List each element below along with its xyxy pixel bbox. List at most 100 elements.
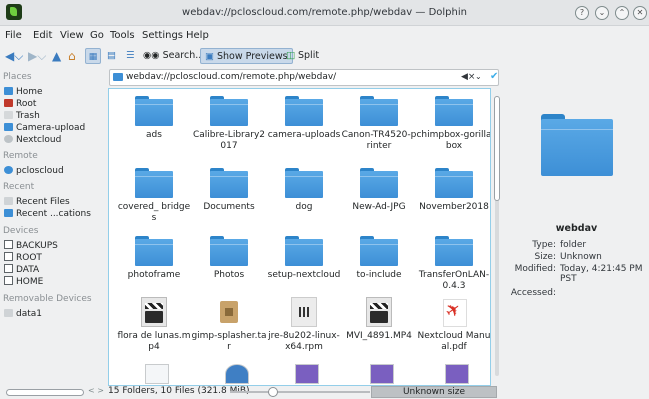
place-pcloscloud[interactable]: pcloscloud <box>4 165 64 177</box>
file-item[interactable]: gimp-splasher.tar <box>191 297 267 353</box>
show-previews-button[interactable]: ▣ Show Previews <box>200 48 293 64</box>
place-root[interactable]: Root <box>4 98 36 110</box>
location-path[interactable]: webdav://pcloscloud.com/remote.php/webda… <box>126 72 336 82</box>
menu-bar: File Edit View Go Tools Settings Help <box>0 27 649 44</box>
removable-header: Removable Devices <box>3 294 92 304</box>
camera-folder-icon <box>4 123 13 131</box>
recent-locations-icon <box>4 209 13 217</box>
image-file-icon[interactable] <box>445 364 469 384</box>
file-item[interactable]: jre-8u202-linux-x64.rpm <box>266 297 342 353</box>
menu-help[interactable]: Help <box>186 30 209 41</box>
folder-item[interactable]: Photos <box>191 236 267 281</box>
compact-view-icon[interactable]: ▤ <box>107 48 116 64</box>
horizontal-scrollbar[interactable] <box>6 389 84 396</box>
folder-item[interactable]: Calibre-Library2017 <box>191 96 267 152</box>
toolbar: ◀⌵ ▶⌵ ▲ ⌂ ▦ ▤ ☰ ◉◉ Search... ▣ Show Prev… <box>0 45 649 67</box>
help-button[interactable]: ? <box>575 6 589 20</box>
vertical-scrollbar[interactable] <box>493 88 501 386</box>
place-label: pcloscloud <box>16 166 64 176</box>
folder-item[interactable]: Documents <box>191 168 267 213</box>
place-label: Recent ...cations <box>16 209 91 219</box>
folder-icon <box>285 236 323 266</box>
file-name: Documents <box>203 202 255 212</box>
place-label: Trash <box>16 111 40 121</box>
root-folder-icon <box>4 99 13 107</box>
archive-file-icon <box>216 297 242 327</box>
back-icon[interactable]: ◀⌵ <box>5 48 23 64</box>
folder-icon <box>435 96 473 126</box>
zoom-slider[interactable] <box>230 391 370 393</box>
minimize-button[interactable]: ⌄ <box>595 6 609 20</box>
menu-go[interactable]: Go <box>90 30 104 41</box>
folder-icon <box>210 236 248 266</box>
globe-icon[interactable] <box>225 364 249 384</box>
menu-view[interactable]: View <box>60 30 84 41</box>
folder-item[interactable]: covered_ bridges <box>116 168 192 224</box>
folder-item[interactable]: chimpbox-gorillabox <box>416 96 490 152</box>
device-backups[interactable]: BACKUPS <box>4 240 58 252</box>
folder-item[interactable]: photoframe <box>116 236 192 281</box>
device-data[interactable]: DATA <box>4 264 39 276</box>
forward-icon[interactable]: ▶⌵ <box>28 48 46 64</box>
scroll-arrows[interactable]: < > <box>88 386 104 395</box>
menu-tools[interactable]: Tools <box>110 30 135 41</box>
menu-edit[interactable]: Edit <box>33 30 52 41</box>
folder-item[interactable]: Canon-TR4520-printer <box>341 96 417 152</box>
video-file-icon <box>366 297 392 327</box>
clear-icon[interactable]: ◀× <box>461 72 475 82</box>
menu-file[interactable]: File <box>5 30 22 41</box>
chevron-down-icon[interactable]: ⌄ <box>475 72 482 81</box>
place-camera-upload[interactable]: Camera-upload <box>4 122 85 134</box>
zoom-slider-handle[interactable] <box>268 387 278 397</box>
place-trash[interactable]: Trash <box>4 110 40 122</box>
details-view-icon[interactable]: ☰ <box>126 48 135 64</box>
scroll-thumb[interactable] <box>494 96 500 201</box>
folder-icon <box>135 168 173 198</box>
folder-icon <box>135 96 173 126</box>
folder-icon <box>360 96 398 126</box>
checkmark-icon[interactable]: ✔ <box>490 71 498 82</box>
split-icon: ◫ <box>286 50 298 61</box>
image-file-icon[interactable] <box>295 364 319 384</box>
removable-data1[interactable]: data1 <box>4 308 42 320</box>
file-name: ads <box>146 130 162 140</box>
remote-header: Remote <box>3 151 38 161</box>
folder-item[interactable]: camera-uploads <box>266 96 342 141</box>
location-bar[interactable]: webdav://pcloscloud.com/remote.php/webda… <box>109 69 499 86</box>
free-space-bar: Unknown size <box>371 386 497 398</box>
folder-item[interactable]: New-Ad-JPG <box>341 168 417 213</box>
folder-item[interactable]: ads <box>116 96 192 141</box>
folder-icon <box>360 168 398 198</box>
folder-item[interactable]: to-include <box>341 236 417 281</box>
accessed-label: Accessed: <box>510 288 556 298</box>
home-icon[interactable]: ⌂ <box>68 48 76 64</box>
text-file-icon[interactable] <box>145 364 169 384</box>
menu-settings[interactable]: Settings <box>142 30 183 41</box>
up-icon[interactable]: ▲ <box>52 48 61 64</box>
place-recent-locations[interactable]: Recent ...cations <box>4 208 91 220</box>
split-button[interactable]: ◫ Split <box>286 48 319 64</box>
device-root[interactable]: ROOT <box>4 252 42 264</box>
place-nextcloud[interactable]: Nextcloud <box>4 134 61 146</box>
file-name: dog <box>295 202 313 212</box>
file-item[interactable]: Nextcloud Manual.pdf <box>416 297 490 353</box>
close-button[interactable]: ✕ <box>633 6 647 20</box>
icons-view-icon[interactable]: ▦ <box>85 48 101 64</box>
folder-item[interactable]: TransferOnLAN-0.4.3 <box>416 236 490 292</box>
file-view[interactable]: ads Calibre-Library2017 camera-uploads Cano… <box>108 88 491 386</box>
folder-item[interactable]: dog <box>266 168 342 213</box>
place-label: Root <box>16 99 37 109</box>
search-button[interactable]: ◉◉ Search... <box>143 48 204 64</box>
place-home[interactable]: Home <box>4 86 43 98</box>
folder-item[interactable]: November2018 <box>416 168 490 213</box>
file-name: Canon-TR4520-printer <box>341 130 417 151</box>
image-file-icon[interactable] <box>370 364 394 384</box>
file-name: New-Ad-JPG <box>352 202 406 212</box>
maximize-button[interactable]: ⌃ <box>615 6 629 20</box>
file-item[interactable]: flora de lunas.mp4 <box>116 297 192 353</box>
folder-item[interactable]: setup-nextcloud <box>266 236 342 281</box>
folder-icon <box>285 168 323 198</box>
file-item[interactable]: MVI_4891.MP4 <box>341 297 417 342</box>
place-recent-files[interactable]: Recent Files <box>4 196 70 208</box>
device-home[interactable]: HOME <box>4 276 43 288</box>
